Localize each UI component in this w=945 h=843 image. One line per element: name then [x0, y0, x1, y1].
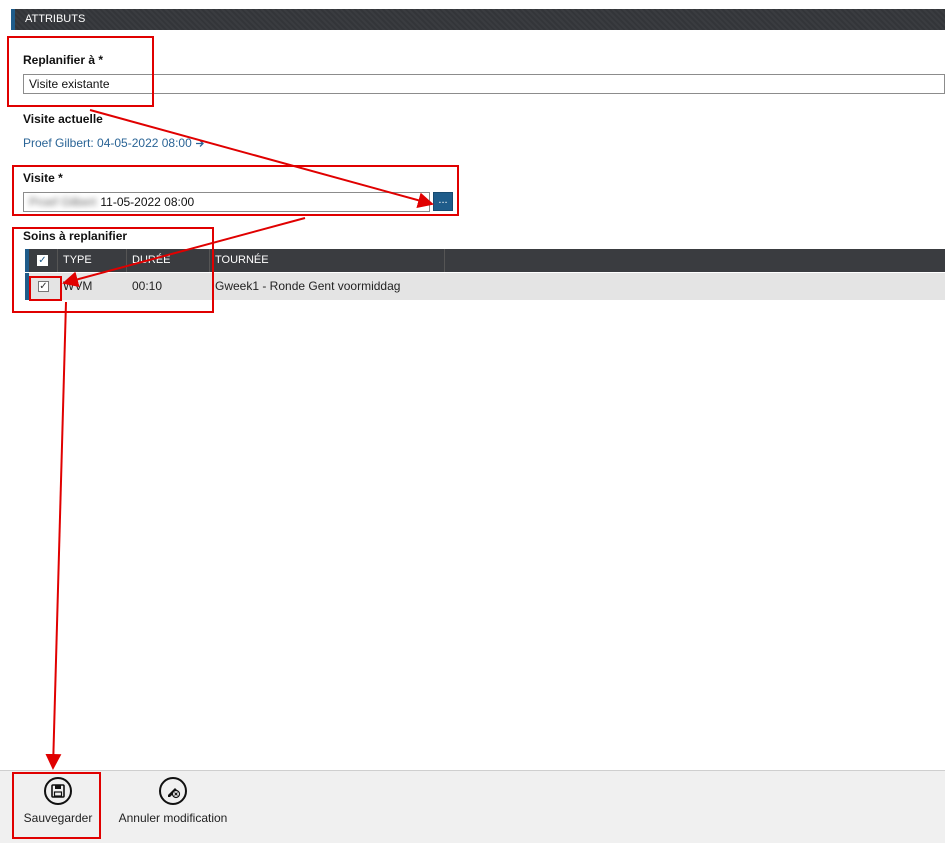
cancel-modification-button[interactable]: Annuler modification	[112, 777, 234, 825]
visit-lookup-button[interactable]: ...	[433, 192, 453, 211]
row-round: Gweek1 - Ronde Gent voormiddag	[215, 279, 401, 293]
replan-label: Replanifier à *	[23, 53, 104, 67]
annotation-arrows	[45, 109, 434, 770]
row-duration: 00:10	[132, 279, 163, 293]
table-row[interactable]: ✓ WVM 00:10 Gweek1 - Ronde Gent voormidd…	[25, 273, 945, 300]
row-checkbox[interactable]: ✓	[38, 281, 49, 292]
visit-value: 11-05-2022 08:00	[100, 195, 195, 209]
replan-select[interactable]: Visite existante	[23, 74, 945, 94]
select-all-cell[interactable]: ✓	[29, 249, 58, 272]
current-visit-link-text: Proef Gilbert: 04-05-2022 08:00	[23, 136, 192, 150]
current-visit-link[interactable]: Proef Gilbert: 04-05-2022 08:00	[23, 136, 205, 150]
row-type: WVM	[63, 279, 93, 293]
column-round[interactable]: TOURNÉE	[210, 249, 445, 272]
care-label: Soins à replanifier	[23, 229, 128, 243]
replan-value: Visite existante	[29, 77, 110, 91]
current-visit-label: Visite actuelle	[23, 112, 103, 126]
annotation-arrow-1	[89, 109, 434, 209]
cancel-edit-icon	[159, 777, 187, 805]
top-strip	[0, 0, 945, 8]
care-grid-header: ✓ TYPE DURÉE TOURNÉE	[25, 249, 945, 272]
column-duration[interactable]: DURÉE	[127, 249, 210, 272]
arrow-right-icon	[195, 139, 204, 147]
save-button[interactable]: Sauvegarder	[15, 777, 101, 825]
save-label: Sauvegarder	[23, 811, 93, 825]
annotation-arrow-3	[45, 301, 67, 770]
visit-blurred-name: Proef Gilbert	[29, 195, 97, 209]
cancel-label: Annuler modification	[118, 811, 228, 825]
annotation-box-replan	[7, 36, 154, 107]
visit-label: Visite *	[23, 171, 63, 185]
select-all-checkbox[interactable]: ✓	[37, 255, 48, 266]
section-header-attributes: ATTRIBUTS	[11, 9, 945, 30]
column-type[interactable]: TYPE	[58, 249, 127, 272]
section-title: ATTRIBUTS	[25, 13, 86, 25]
visit-input[interactable]: Proef Gilbert 11-05-2022 08:00	[23, 192, 430, 212]
floppy-disk-icon	[44, 777, 72, 805]
